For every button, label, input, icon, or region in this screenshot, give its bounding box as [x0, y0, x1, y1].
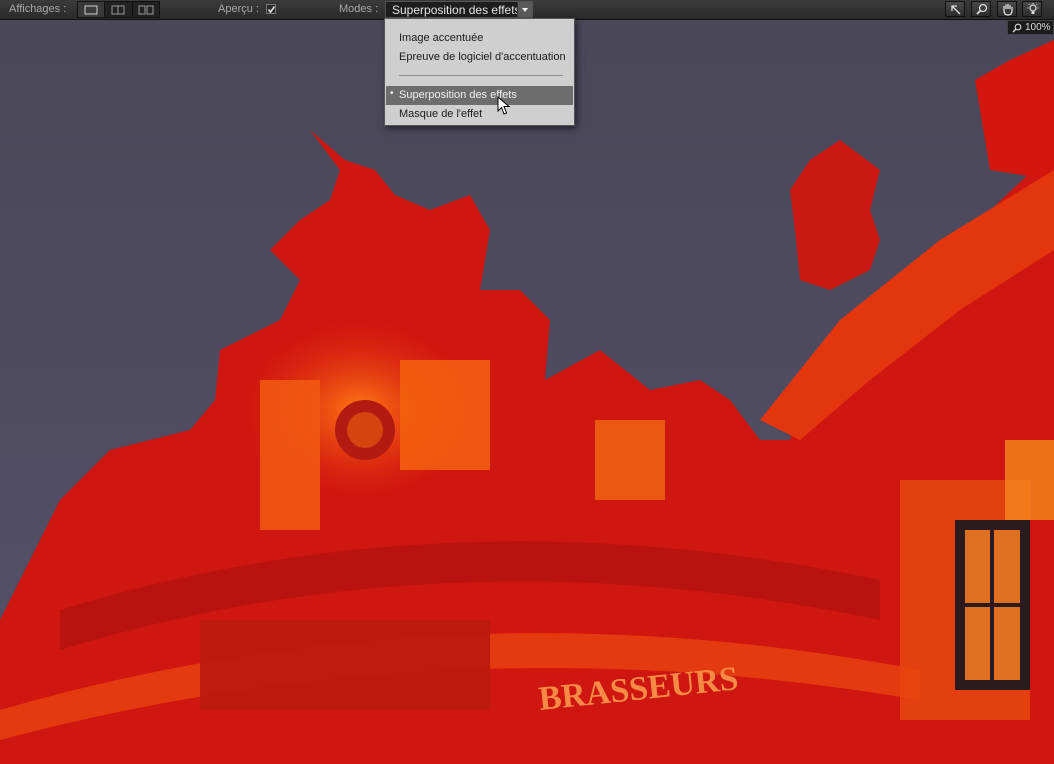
arrow-pointer-icon[interactable]: [945, 1, 965, 17]
sharpen-preview-window: Affichages : Aperçu : Modes : Superposit…: [0, 0, 1054, 764]
preview-image[interactable]: BRASSEURS: [0, 20, 1054, 764]
modes-dropdown-menu: Image accentuée Epreuve de logiciel d'ac…: [384, 18, 575, 126]
magnifier-icon: [1012, 23, 1022, 33]
chevron-down-icon[interactable]: [517, 2, 532, 17]
side-by-side-icon[interactable]: [133, 2, 159, 17]
menu-item-image-accentuee[interactable]: Image accentuée: [386, 29, 573, 48]
preview-label: Aperçu :: [218, 3, 259, 15]
menu-item-superposition-effets[interactable]: • Superposition des effets: [386, 86, 573, 105]
menu-item-masque-effet[interactable]: Masque de l'effet: [386, 105, 573, 124]
modes-label: Modes :: [339, 3, 379, 15]
zoom-indicator: 100%: [1007, 20, 1054, 35]
split-vertical-icon[interactable]: [105, 2, 133, 17]
mouse-cursor-icon: [497, 96, 511, 115]
views-label: Affichages :: [9, 3, 67, 15]
modes-select-value: Superposition des effets: [392, 3, 521, 17]
zoom-icon[interactable]: [971, 1, 991, 17]
hand-icon[interactable]: [997, 1, 1017, 17]
zoom-level: 100%: [1025, 22, 1051, 33]
checkmark-icon: [267, 6, 276, 14]
selected-bullet-icon: •: [390, 88, 394, 99]
light-bulb-icon[interactable]: [1022, 1, 1042, 17]
menu-separator: [399, 75, 563, 76]
view-mode-group: [77, 1, 160, 18]
single-view-icon[interactable]: [78, 2, 106, 17]
toolbar: Affichages : Aperçu : Modes : Superposit…: [0, 0, 1054, 20]
modes-select[interactable]: Superposition des effets: [385, 1, 533, 18]
menu-item-epreuve-logiciel[interactable]: Epreuve de logiciel d'accentuation: [386, 48, 573, 67]
preview-checkbox[interactable]: [266, 4, 276, 14]
